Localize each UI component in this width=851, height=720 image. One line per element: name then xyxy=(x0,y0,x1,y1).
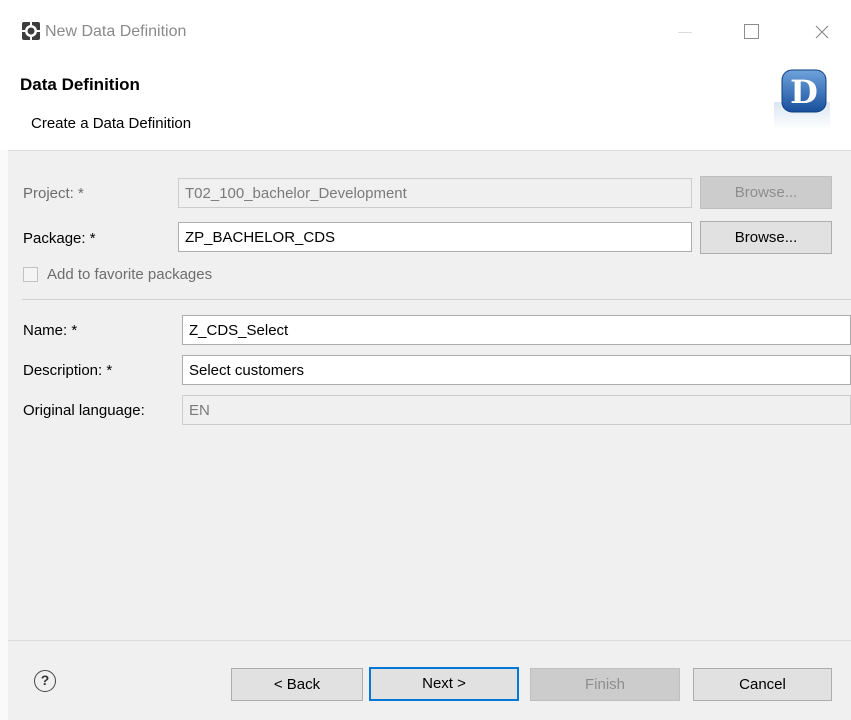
help-button[interactable]: ? xyxy=(34,670,56,692)
page-description: Create a Data Definition xyxy=(31,115,192,132)
package-browse-button[interactable]: Browse... xyxy=(700,221,832,254)
name-label: Name: * xyxy=(23,322,78,339)
maximize-button[interactable] xyxy=(742,22,762,42)
data-definition-logo-icon: D xyxy=(774,69,830,130)
footer-divider xyxy=(8,640,851,641)
package-field[interactable] xyxy=(178,222,692,252)
help-icon: ? xyxy=(40,672,50,688)
cancel-button[interactable]: Cancel xyxy=(693,668,832,701)
logo-letter: D xyxy=(790,73,818,111)
window-title: New Data Definition xyxy=(45,23,187,40)
form-divider xyxy=(22,299,851,300)
header-divider xyxy=(0,150,851,151)
favorite-checkbox[interactable] xyxy=(23,267,38,282)
left-edge xyxy=(0,150,8,720)
package-label: Package: * xyxy=(23,230,96,247)
close-button[interactable] xyxy=(812,22,832,42)
project-browse-button[interactable]: Browse... xyxy=(700,176,832,209)
eclipse-app-icon xyxy=(22,22,40,40)
page-title: Data Definition xyxy=(20,75,140,94)
finish-button[interactable]: Finish xyxy=(530,668,680,701)
description-field[interactable] xyxy=(182,355,851,385)
favorite-label: Add to favorite packages xyxy=(47,266,213,283)
original-language-field[interactable] xyxy=(182,395,851,425)
title-bar: New Data Definition xyxy=(0,0,851,62)
close-icon xyxy=(815,25,829,39)
project-field[interactable] xyxy=(178,178,692,208)
name-field[interactable] xyxy=(182,315,851,345)
description-label: Description: * xyxy=(23,362,113,379)
wizard-header: Data Definition Create a Data Definition… xyxy=(0,62,851,150)
minimize-icon xyxy=(678,32,692,33)
original-language-label: Original language: xyxy=(23,402,145,419)
project-label: Project: * xyxy=(23,185,84,202)
back-button[interactable]: < Back xyxy=(231,668,363,701)
next-button[interactable]: Next > xyxy=(369,667,519,701)
maximize-icon xyxy=(744,24,759,39)
minimize-button[interactable] xyxy=(676,22,696,42)
